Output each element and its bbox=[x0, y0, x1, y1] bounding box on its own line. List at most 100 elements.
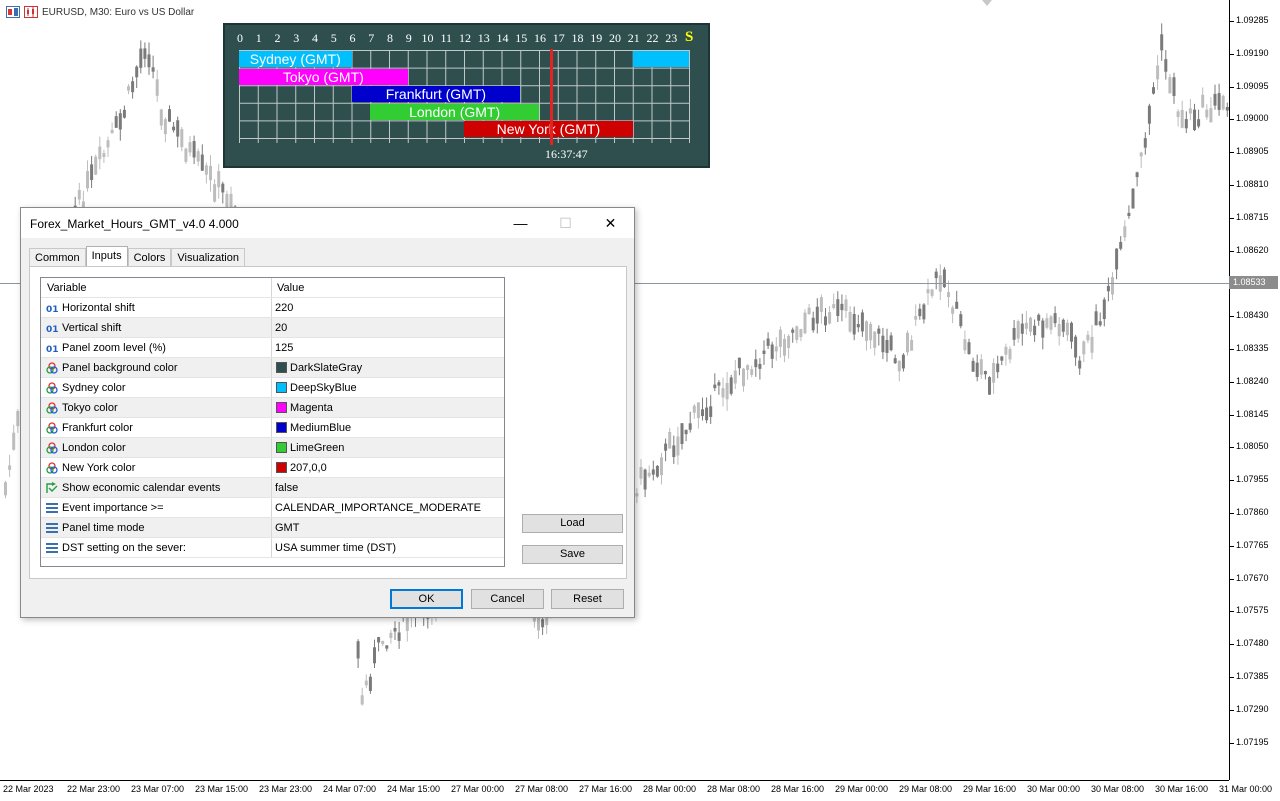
candle-body bbox=[368, 676, 372, 691]
value-cell[interactable]: DarkSlateGray bbox=[272, 358, 504, 377]
tab-colors[interactable]: Colors bbox=[127, 248, 172, 267]
settings-s-button[interactable]: S bbox=[685, 29, 693, 46]
variable-name: Panel background color bbox=[62, 362, 178, 374]
variable-cell: Frankfurt color bbox=[41, 418, 272, 437]
candle-body bbox=[98, 146, 102, 160]
close-button[interactable]: ✕ bbox=[588, 208, 633, 238]
value-cell[interactable]: GMT bbox=[272, 518, 504, 537]
session-bar: Tokyo (GMT) bbox=[239, 68, 408, 85]
candle-body bbox=[742, 368, 745, 387]
hour-label: 3 bbox=[293, 31, 300, 45]
time-tick: 31 Mar 00:00 bbox=[1219, 784, 1273, 794]
value-cell[interactable]: false bbox=[272, 478, 504, 497]
table-row[interactable]: Panel time mode GMT bbox=[41, 518, 504, 538]
candle-body bbox=[1119, 241, 1123, 249]
value-cell[interactable]: 20 bbox=[272, 318, 504, 337]
variable-cell: 01 Panel zoom level (%) bbox=[41, 338, 272, 357]
candle-body bbox=[639, 466, 643, 479]
candle-body bbox=[1176, 111, 1180, 117]
table-row[interactable]: Sydney color DeepSkyBlue bbox=[41, 378, 504, 398]
time-tick: 28 Mar 00:00 bbox=[643, 784, 697, 794]
value-cell[interactable]: 207,0,0 bbox=[272, 458, 504, 477]
minimize-button[interactable]: — bbox=[498, 208, 543, 238]
tab-visualization[interactable]: Visualization bbox=[171, 248, 245, 267]
svg-text:01: 01 bbox=[46, 345, 58, 354]
table-row[interactable]: Event importance >= CALENDAR_IMPORTANCE_M… bbox=[41, 498, 504, 518]
time-axis[interactable]: 22 Mar 2023 22 Mar 23:00 23 Mar 07:00 23 Ma… bbox=[0, 780, 1272, 801]
candle-body bbox=[114, 116, 118, 128]
candle-body bbox=[930, 289, 934, 296]
maximize-button[interactable]: ☐ bbox=[543, 208, 588, 238]
candle-body bbox=[696, 402, 700, 418]
candle-body bbox=[188, 142, 192, 153]
candle-body bbox=[1180, 109, 1184, 128]
chart-window-icon[interactable] bbox=[6, 6, 20, 18]
candle-body bbox=[139, 48, 143, 68]
hour-label: 7 bbox=[368, 31, 375, 45]
table-row[interactable]: 01 Panel zoom level (%) 125 bbox=[41, 338, 504, 358]
variable-column-header[interactable]: Variable bbox=[41, 278, 272, 297]
variable-name: Show economic calendar events bbox=[62, 482, 221, 494]
candle-body bbox=[1074, 336, 1078, 358]
value-cell[interactable]: USA summer time (DST) bbox=[272, 538, 504, 557]
table-row[interactable]: 01 Vertical shift 20 bbox=[41, 318, 504, 338]
candle-body bbox=[647, 472, 651, 477]
hour-label: 20 bbox=[609, 31, 621, 45]
ok-button[interactable]: OK bbox=[390, 589, 463, 609]
tab-common[interactable]: Common bbox=[29, 248, 86, 267]
candle-body bbox=[1164, 59, 1168, 72]
candle-body bbox=[1012, 327, 1016, 340]
candle-body bbox=[143, 48, 147, 59]
table-row[interactable]: Tokyo color Magenta bbox=[41, 398, 504, 418]
candle-body bbox=[897, 360, 901, 372]
candle-body bbox=[1090, 336, 1094, 353]
chart-shift-marker[interactable] bbox=[982, 0, 992, 6]
session-bar: Frankfurt (GMT) bbox=[351, 86, 521, 103]
value-cell[interactable]: MediumBlue bbox=[272, 418, 504, 437]
price-axis[interactable]: 1.09285 1.09190 1.09095 1.09000 1.08905 1.088… bbox=[1229, 0, 1280, 780]
hour-label: 12 bbox=[459, 31, 471, 45]
dialog-titlebar[interactable]: Forex_Market_Hours_GMT_v4.0 4.000 — ☐ ✕ bbox=[21, 208, 634, 238]
hour-label: 4 bbox=[312, 31, 318, 45]
variable-cell: New York color bbox=[41, 458, 272, 477]
value-cell[interactable]: 125 bbox=[272, 338, 504, 357]
variable-cell: Event importance >= bbox=[41, 498, 272, 517]
hour-label: 6 bbox=[349, 31, 356, 45]
value-cell[interactable]: 220 bbox=[272, 298, 504, 317]
table-row[interactable]: Frankfurt color MediumBlue bbox=[41, 418, 504, 438]
value-text: LimeGreen bbox=[290, 442, 345, 454]
save-button[interactable]: Save bbox=[522, 545, 623, 564]
candle-body bbox=[16, 411, 20, 427]
candle-body bbox=[680, 423, 684, 444]
cancel-button[interactable]: Cancel bbox=[471, 589, 544, 609]
candle-body bbox=[1057, 324, 1061, 337]
table-row[interactable]: New York color 207,0,0 bbox=[41, 458, 504, 478]
value-cell[interactable]: CALENDAR_IMPORTANCE_MODERATE bbox=[272, 498, 504, 517]
table-row[interactable]: Panel background color DarkSlateGray bbox=[41, 358, 504, 378]
tab-inputs[interactable]: Inputs bbox=[85, 246, 128, 268]
candle-body bbox=[1049, 316, 1053, 330]
value-cell[interactable]: DeepSkyBlue bbox=[272, 378, 504, 397]
variable-name: Vertical shift bbox=[62, 322, 122, 334]
candle-body bbox=[86, 171, 89, 189]
candle-body bbox=[951, 307, 955, 314]
variable-name: Event importance >= bbox=[62, 502, 164, 514]
table-row[interactable]: 01 Horizontal shift 220 bbox=[41, 298, 504, 318]
table-row[interactable]: DST setting on the sever: USA summer time… bbox=[41, 538, 504, 558]
candle-body bbox=[971, 360, 975, 372]
candle-body bbox=[922, 304, 926, 320]
table-row[interactable]: Show economic calendar events false bbox=[41, 478, 504, 498]
candle-body bbox=[701, 409, 704, 417]
hour-label: 17 bbox=[552, 31, 565, 45]
candle-body bbox=[992, 362, 996, 383]
candle-body bbox=[397, 632, 401, 641]
reset-button[interactable]: Reset bbox=[551, 589, 624, 609]
value-cell[interactable]: Magenta bbox=[272, 398, 504, 417]
candle-body bbox=[770, 344, 774, 359]
value-cell[interactable]: LimeGreen bbox=[272, 438, 504, 457]
chart-type-icon[interactable] bbox=[24, 6, 38, 18]
load-button[interactable]: Load bbox=[522, 514, 623, 533]
value-column-header[interactable]: Value bbox=[272, 278, 504, 297]
table-row[interactable]: London color LimeGreen bbox=[41, 438, 504, 458]
market-hours-panel[interactable]: 0 1 2 3 4 5 6 7 8 9 10 11 12 13 14 15 16 17 18 19 20 21 22 23 S… bbox=[223, 23, 710, 168]
